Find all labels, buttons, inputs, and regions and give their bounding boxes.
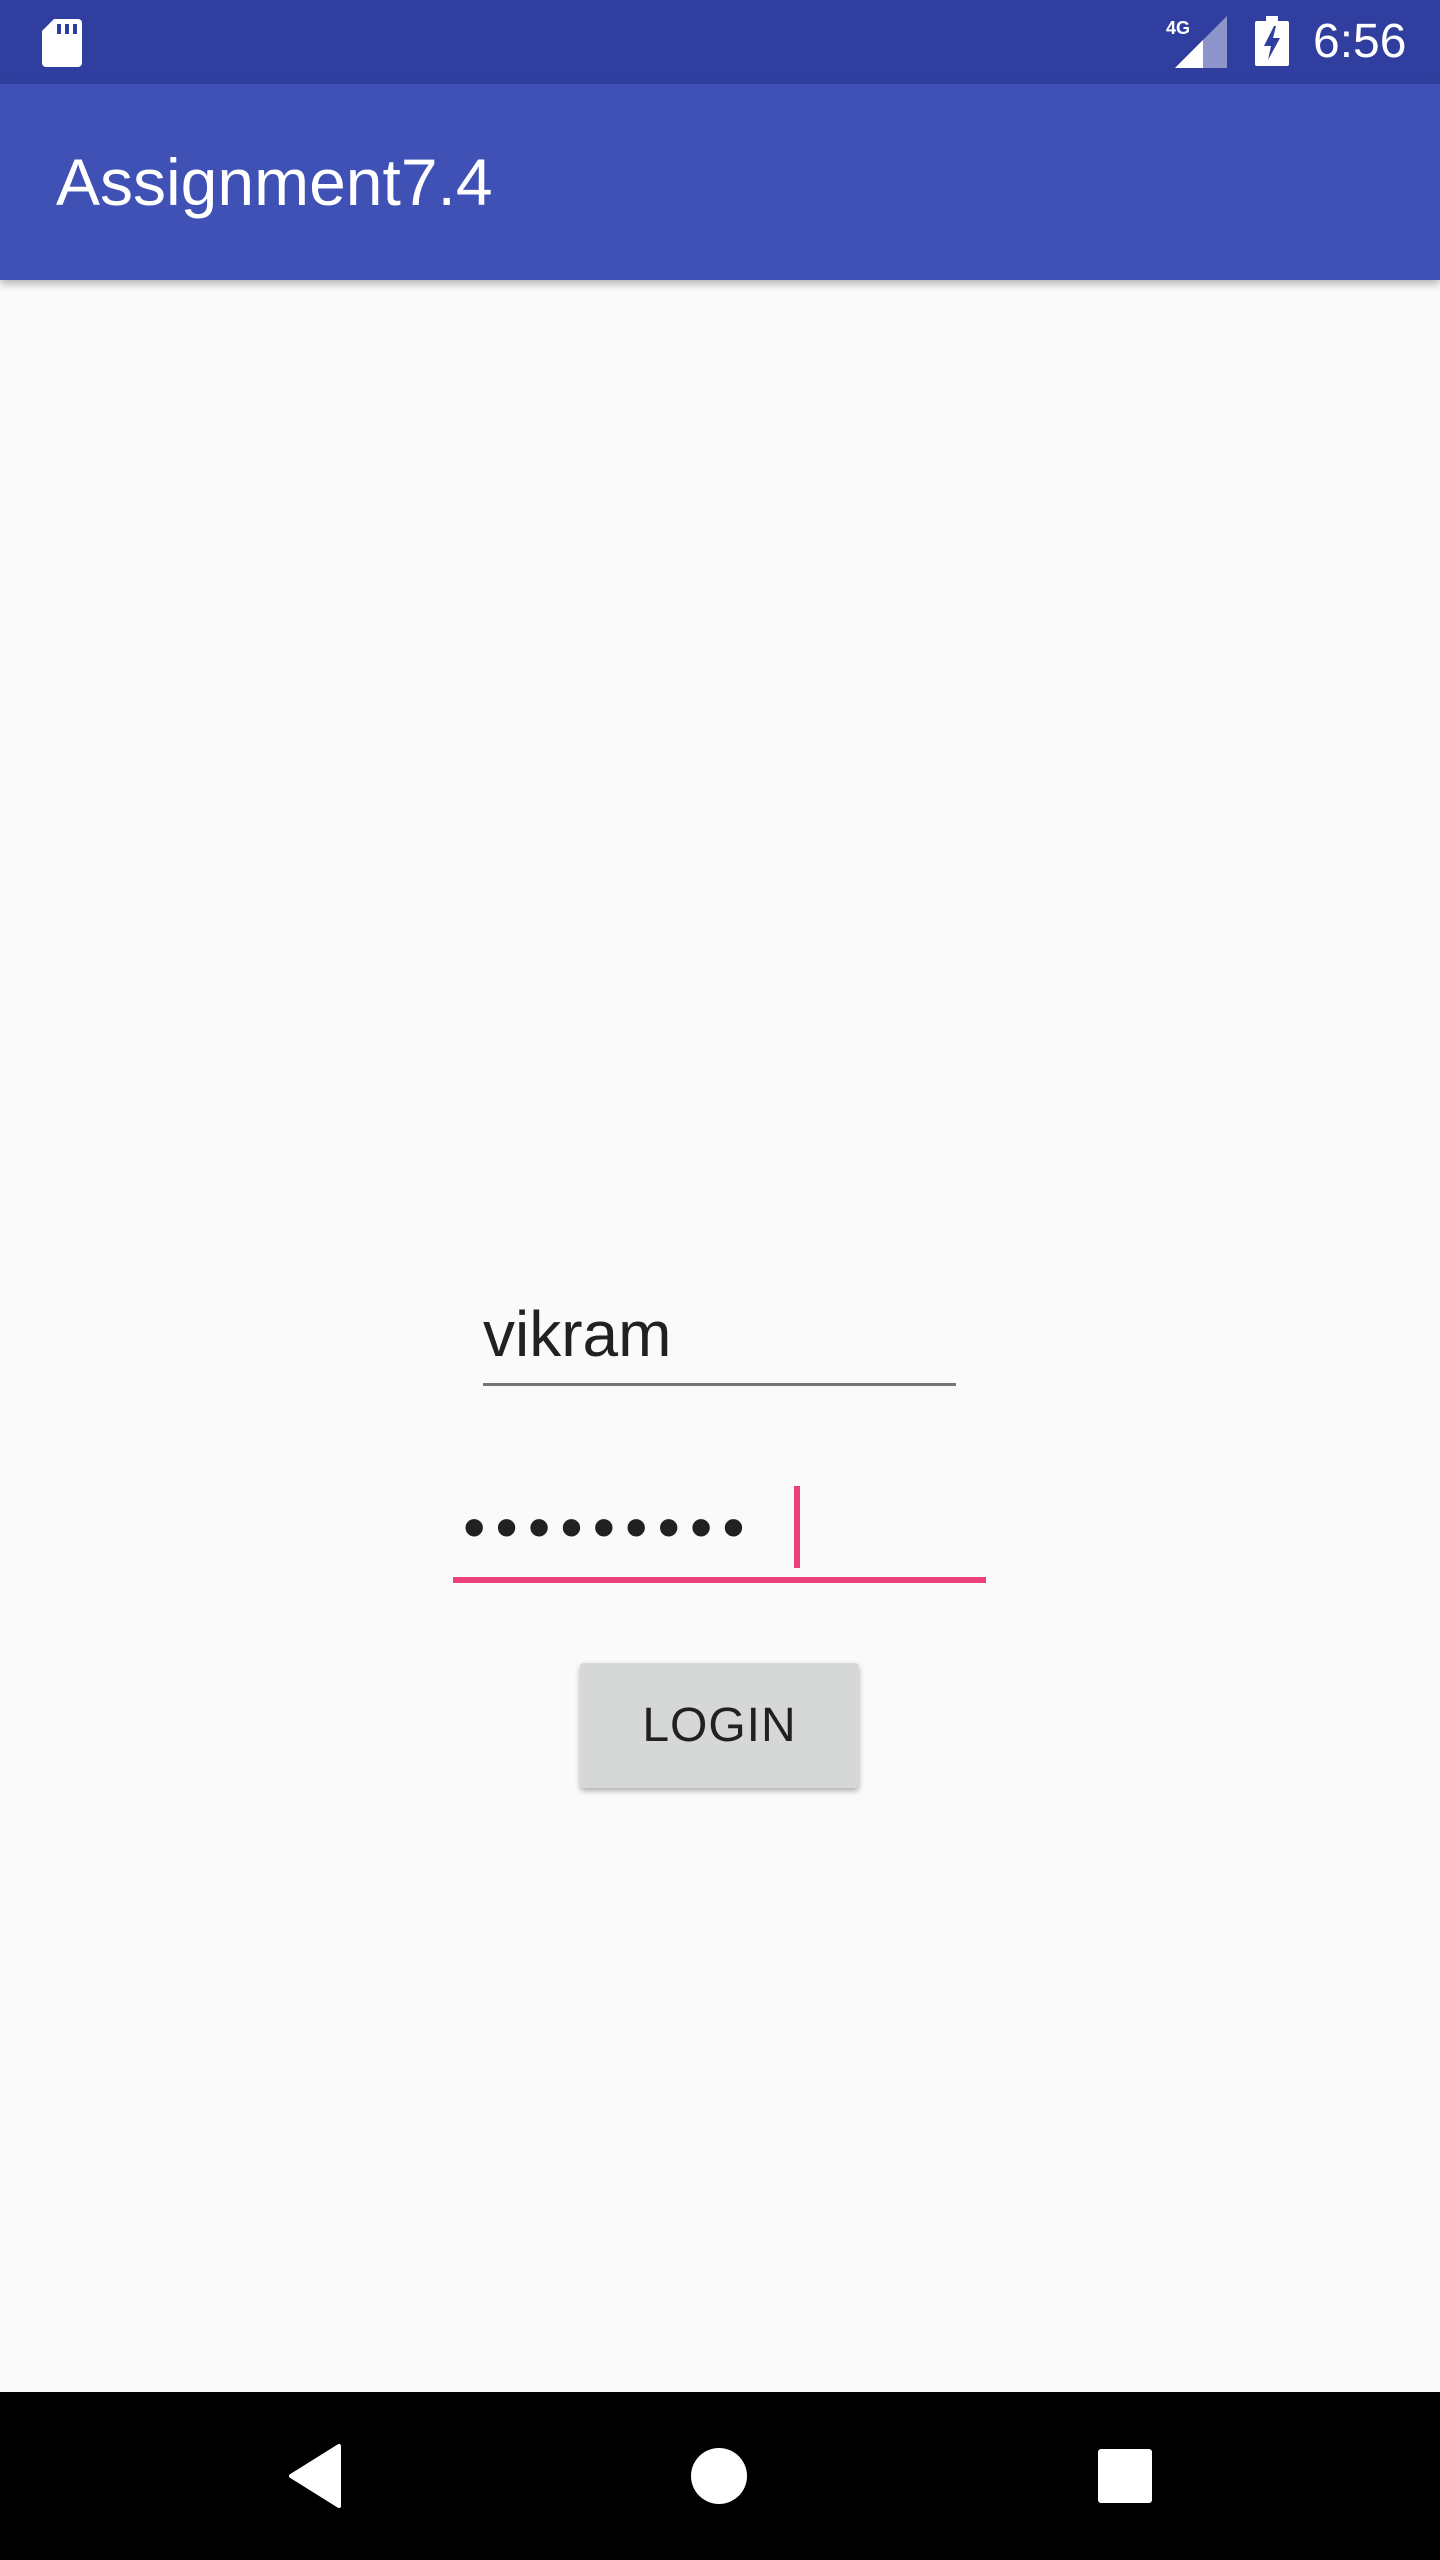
app-bar: Assignment7.4 <box>0 84 1440 280</box>
password-underline <box>453 1577 986 1583</box>
back-icon[interactable] <box>277 2434 361 2518</box>
password-input[interactable]: ••••••••• <box>463 1492 755 1562</box>
text-cursor <box>794 1486 800 1568</box>
navigation-bar <box>0 2392 1440 2560</box>
sd-card-icon <box>42 19 82 67</box>
signal-4g-icon: 4G <box>1166 16 1227 68</box>
battery-charging-icon <box>1255 16 1289 66</box>
username-field[interactable] <box>483 1285 956 1386</box>
recents-icon[interactable] <box>1083 2434 1167 2518</box>
username-underline <box>483 1383 956 1386</box>
login-button[interactable]: LOGIN <box>580 1663 859 1788</box>
home-icon[interactable] <box>677 2434 761 2518</box>
password-field[interactable]: ••••••••• <box>453 1478 986 1584</box>
network-type-label: 4G <box>1166 18 1190 38</box>
status-bar: 4G 6:56 <box>0 0 1440 84</box>
username-input[interactable] <box>483 1285 956 1383</box>
status-clock: 6:56 <box>1313 15 1407 68</box>
app-title: Assignment7.4 <box>56 145 493 219</box>
